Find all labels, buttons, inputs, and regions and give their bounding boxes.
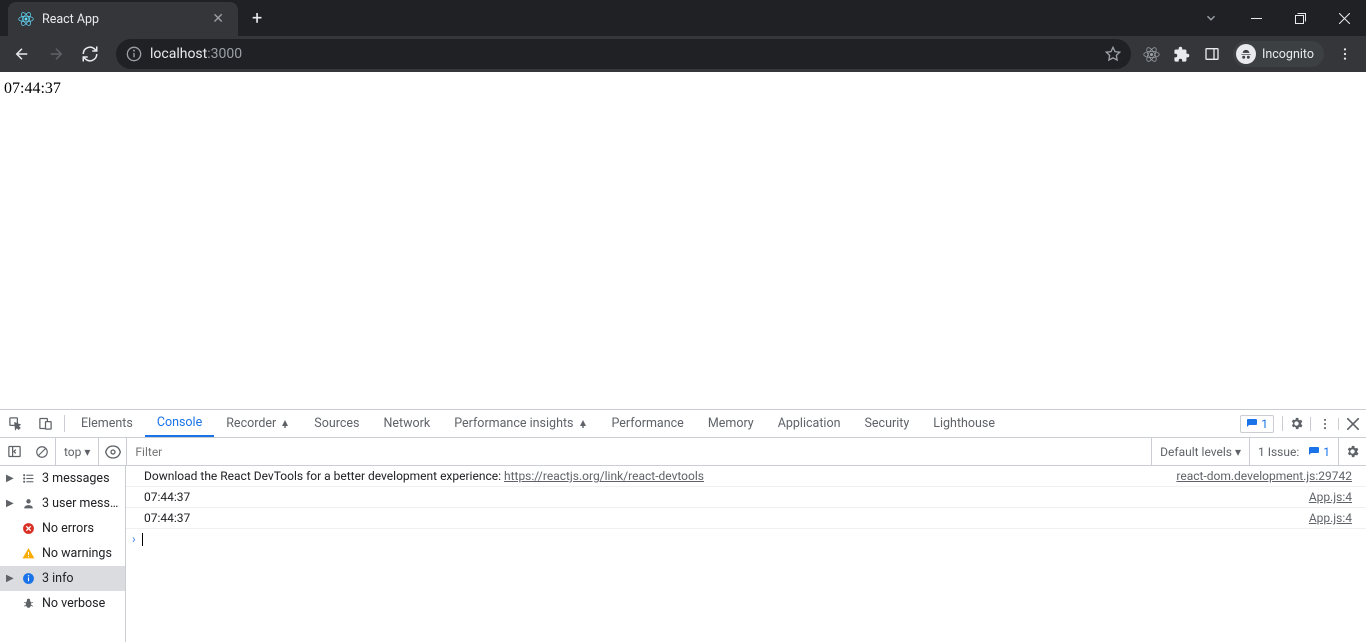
devtools-more-icon[interactable] [1310, 417, 1338, 431]
user-icon [21, 497, 35, 511]
tab-search-icon[interactable] [1204, 11, 1218, 25]
sidebar-user-messages[interactable]: ▶3 user mess... [0, 491, 125, 516]
back-button[interactable] [8, 40, 36, 68]
warning-icon [21, 547, 35, 561]
site-info-icon[interactable] [126, 46, 142, 62]
bug-icon [21, 597, 35, 611]
tab-network[interactable]: Network [371, 410, 442, 437]
tab-security[interactable]: Security [853, 410, 922, 437]
console-prompt[interactable]: › [126, 529, 1366, 549]
tab-memory[interactable]: Memory [696, 410, 766, 437]
console-toolbar: top▾ Default levels▾ 1 Issue: 1 [0, 438, 1366, 466]
tab-recorder[interactable]: Recorder [214, 410, 302, 437]
sidebar-verbose[interactable]: No verbose [0, 591, 125, 616]
live-expression-icon[interactable] [99, 438, 127, 465]
forward-button[interactable] [42, 40, 70, 68]
list-icon [21, 472, 35, 486]
minimize-button[interactable] [1234, 0, 1278, 36]
browser-toolbar: localhost:3000 Incognito [0, 36, 1366, 72]
tab-performance[interactable]: Performance [600, 410, 696, 437]
text-cursor [142, 533, 143, 546]
window-controls [1204, 0, 1366, 36]
sidebar-errors[interactable]: No errors [0, 516, 125, 541]
console-log-row[interactable]: 07:44:37 App.js:4 [126, 508, 1366, 529]
devtools-tabs: Elements Console Recorder Sources Networ… [0, 410, 1366, 438]
tab-console[interactable]: Console [145, 410, 214, 437]
new-tab-button[interactable]: + [252, 8, 262, 29]
console-settings-icon[interactable] [1338, 438, 1366, 465]
side-panel-icon[interactable] [1203, 45, 1221, 63]
info-icon [21, 572, 35, 586]
error-icon [21, 522, 35, 536]
page-time-text: 07:44:37 [4, 80, 61, 97]
chevron-down-icon: ▾ [84, 445, 90, 459]
console-log-row[interactable]: 07:44:37 App.js:4 [126, 487, 1366, 508]
errors-badge[interactable]: 1 [1240, 415, 1274, 433]
react-devtools-icon[interactable] [1143, 45, 1161, 63]
devtools-close-icon[interactable] [1338, 418, 1366, 430]
console-source-link[interactable]: App.js:4 [1309, 511, 1356, 525]
console-sidebar-toggle-icon[interactable] [0, 438, 28, 465]
console-source-link[interactable]: App.js:4 [1309, 490, 1356, 504]
console-link[interactable]: https://reactjs.org/link/react-devtools [504, 469, 704, 483]
sidebar-info[interactable]: ▶3 info [0, 566, 125, 591]
tab-close-icon[interactable]: ✕ [208, 9, 228, 29]
reload-button[interactable] [76, 40, 104, 68]
console-output[interactable]: Download the React DevTools for a better… [126, 466, 1366, 642]
context-selector[interactable]: top▾ [56, 438, 99, 465]
url-port: :3000 [207, 46, 242, 62]
page-viewport: 07:44:37 [0, 72, 1366, 409]
sidebar-messages[interactable]: ▶3 messages [0, 466, 125, 491]
device-toggle-icon[interactable] [30, 410, 60, 437]
tab-elements[interactable]: Elements [69, 410, 145, 437]
chevron-right-icon: › [132, 532, 136, 546]
sidebar-warnings[interactable]: No warnings [0, 541, 125, 566]
browser-tab[interactable]: React App ✕ [8, 2, 238, 36]
chevron-down-icon: ▾ [1235, 445, 1241, 459]
tab-lighthouse[interactable]: Lighthouse [921, 410, 1007, 437]
devtools-panel: Elements Console Recorder Sources Networ… [0, 409, 1366, 642]
url-host: localhost [150, 46, 207, 62]
clear-console-icon[interactable] [28, 438, 56, 465]
incognito-label: Incognito [1262, 47, 1314, 62]
tab-application[interactable]: Application [766, 410, 853, 437]
tab-performance-insights[interactable]: Performance insights [442, 410, 599, 437]
filter-input[interactable] [127, 438, 1151, 465]
extensions-icon[interactable] [1173, 45, 1191, 63]
maximize-button[interactable] [1278, 0, 1322, 36]
console-sidebar: ▶3 messages ▶3 user mess... No errors No… [0, 466, 126, 642]
react-icon [18, 11, 34, 27]
incognito-icon [1236, 44, 1256, 64]
issues-button[interactable]: 1 Issue: 1 [1249, 438, 1338, 465]
close-button[interactable] [1322, 0, 1366, 36]
incognito-badge[interactable]: Incognito [1233, 41, 1324, 67]
address-bar[interactable]: localhost:3000 [116, 39, 1131, 69]
bookmark-icon[interactable] [1105, 46, 1121, 62]
inspect-icon[interactable] [0, 410, 30, 437]
browser-titlebar: React App ✕ + [0, 0, 1366, 36]
devtools-settings-icon[interactable] [1282, 416, 1310, 431]
tab-sources[interactable]: Sources [302, 410, 371, 437]
tab-title: React App [42, 12, 208, 27]
console-source-link[interactable]: react-dom.development.js:29742 [1176, 469, 1356, 483]
log-levels-selector[interactable]: Default levels▾ [1151, 438, 1249, 465]
extensions-area: Incognito [1143, 41, 1358, 67]
console-log-row[interactable]: Download the React DevTools for a better… [126, 466, 1366, 487]
browser-menu-icon[interactable] [1336, 45, 1354, 63]
